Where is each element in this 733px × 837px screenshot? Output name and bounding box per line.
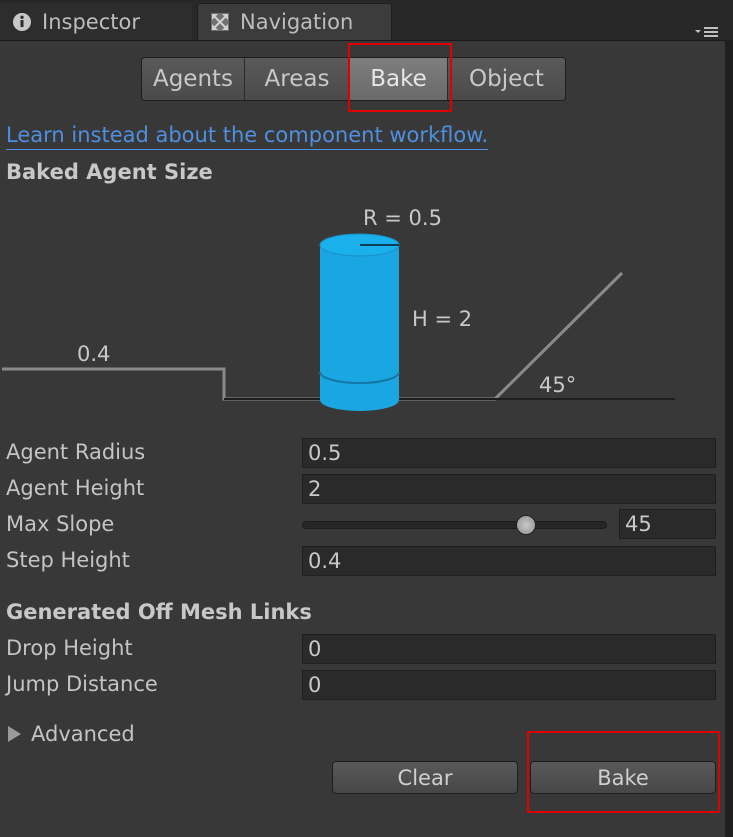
agent-height-label: Agent Height (6, 476, 145, 500)
segment-agents[interactable]: Agents (142, 58, 245, 100)
max-slope-field[interactable]: 45 (619, 509, 716, 539)
tab-navigation-label: Navigation (240, 10, 354, 34)
max-slope-slider-track[interactable] (302, 521, 607, 529)
segment-areas[interactable]: Areas (245, 58, 350, 100)
max-slope-label: Max Slope (6, 512, 115, 536)
advanced-label: Advanced (31, 722, 135, 746)
jump-distance-field[interactable]: 0 (302, 670, 716, 700)
window-tab-bar: Inspector Navigation (0, 0, 733, 41)
triangle-right-icon (8, 726, 21, 742)
step-height-label: Step Height (6, 548, 130, 572)
tab-inspector-label: Inspector (42, 9, 140, 34)
highlight-bake-tab (348, 43, 452, 112)
navigation-icon (210, 12, 230, 32)
drop-height-label: Drop Height (6, 636, 133, 660)
segment-object[interactable]: Object (448, 58, 565, 100)
info-icon (12, 12, 32, 32)
agent-height-field[interactable]: 2 (302, 474, 716, 504)
off-mesh-links-title: Generated Off Mesh Links (6, 600, 312, 624)
max-slope-slider-thumb[interactable] (516, 515, 536, 535)
agent-size-diagram: R = 0.5 H = 2 0.4 45° (2, 206, 675, 411)
height-label: H = 2 (412, 307, 472, 331)
tab-menu-icon[interactable] (695, 20, 719, 37)
agent-radius-label: Agent Radius (6, 440, 146, 464)
jump-distance-label: Jump Distance (6, 672, 158, 696)
tab-navigation[interactable]: Navigation (197, 3, 392, 40)
drop-height-field[interactable]: 0 (302, 634, 716, 664)
step-label: 0.4 (77, 342, 110, 366)
clear-button[interactable]: Clear (332, 761, 518, 794)
advanced-foldout[interactable]: Advanced (6, 722, 135, 746)
baked-agent-size-title: Baked Agent Size (6, 160, 213, 184)
slope-label: 45° (539, 373, 576, 397)
agent-radius-field[interactable]: 0.5 (302, 438, 716, 468)
step-ground-line (2, 271, 624, 401)
radius-label: R = 0.5 (363, 206, 442, 230)
step-height-field[interactable]: 0.4 (302, 546, 716, 576)
agent-cylinder (319, 233, 400, 411)
scroll-edge (725, 40, 733, 837)
highlight-bake-button (527, 731, 720, 813)
component-workflow-link[interactable]: Learn instead about the component workfl… (6, 123, 489, 150)
tab-inspector[interactable]: Inspector (0, 3, 192, 40)
